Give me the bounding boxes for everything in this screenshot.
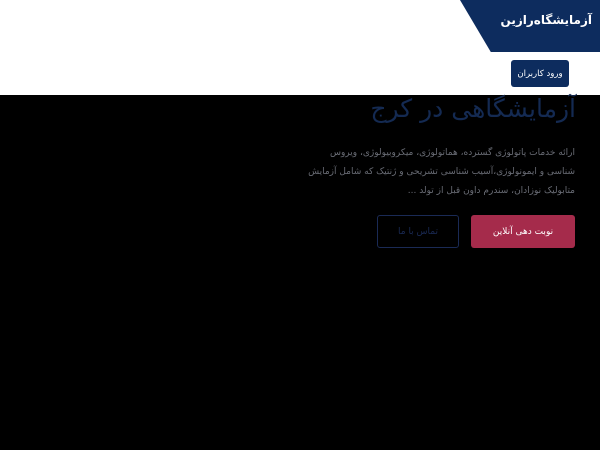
contact-us-button[interactable]: تماس با ما	[377, 215, 459, 248]
hero-title: آزمایشگاهی در کرج	[370, 94, 576, 123]
site-header: آزمایشگاه‌رازین ورود کاربران	[0, 0, 600, 95]
hero-description: ارائه خدمات پاتولوژی گسترده، هماتولوژی، …	[308, 148, 575, 196]
brand-banner[interactable]: آزمایشگاه‌رازین	[460, 0, 600, 52]
login-button[interactable]: ورود کاربران	[511, 60, 569, 87]
online-booking-button[interactable]: نوبت دهی آنلاین	[471, 215, 575, 248]
brand-name: آزمایشگاه‌رازین	[500, 13, 592, 27]
